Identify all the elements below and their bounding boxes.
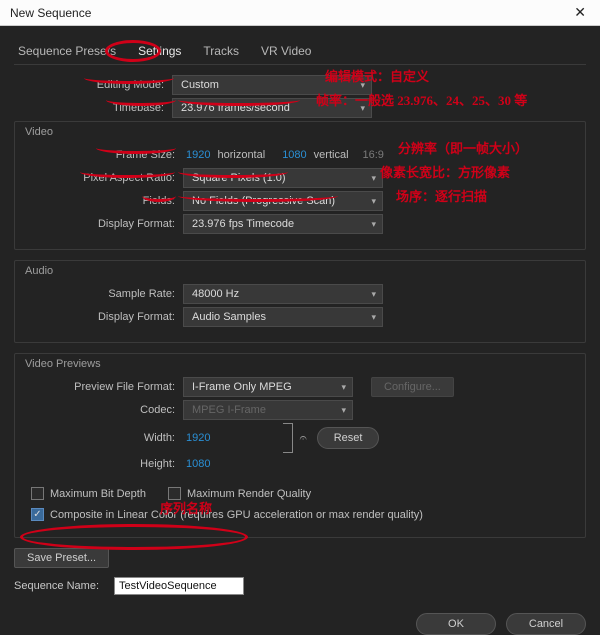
video-display-format-dropdown[interactable]: 23.976 fps Timecode ▾ (183, 214, 383, 234)
title-bar: New Sequence ✕ (0, 0, 600, 26)
timebase-label: Timebase: (14, 102, 172, 114)
par-label: Pixel Aspect Ratio: (25, 172, 183, 184)
par-value: Square Pixels (1.0) (192, 172, 286, 184)
tab-settings[interactable]: Settings (136, 40, 183, 64)
max-bit-depth-checkbox[interactable]: Maximum Bit Depth (31, 487, 146, 500)
sample-rate-value: 48000 Hz (192, 288, 239, 300)
video-group-title: Video (25, 126, 575, 138)
tabs: Sequence Presets Settings Tracks VR Vide… (14, 36, 586, 65)
max-bit-depth-label: Maximum Bit Depth (50, 488, 146, 500)
chevron-down-icon: ▾ (341, 382, 346, 393)
window-title: New Sequence (10, 6, 91, 20)
chevron-down-icon: ▾ (371, 312, 376, 323)
horizontal-label: horizontal (213, 149, 269, 161)
sample-rate-dropdown[interactable]: 48000 Hz ▾ (183, 284, 383, 304)
codec-value: MPEG I-Frame (192, 404, 266, 416)
previews-group-title: Video Previews (25, 358, 575, 370)
chevron-down-icon: ▾ (371, 219, 376, 230)
preview-width-label: Width: (25, 432, 183, 444)
checkbox-icon (31, 487, 44, 500)
audio-display-format-label: Display Format: (25, 311, 183, 323)
chevron-down-icon: ▾ (360, 80, 365, 91)
link-icon[interactable]: 𝄐 (299, 430, 306, 446)
max-render-quality-checkbox[interactable]: Maximum Render Quality (168, 487, 311, 500)
sequence-name-label: Sequence Name: (14, 580, 114, 592)
sequence-name-input[interactable] (114, 577, 244, 595)
chevron-down-icon: ▾ (371, 289, 376, 300)
fields-value: No Fields (Progressive Scan) (192, 195, 335, 207)
preview-format-dropdown[interactable]: I-Frame Only MPEG ▾ (183, 377, 353, 397)
fields-dropdown[interactable]: No Fields (Progressive Scan) ▾ (183, 191, 383, 211)
composite-linear-checkbox[interactable]: ✓ Composite in Linear Color (requires GP… (31, 508, 575, 521)
link-bracket (283, 423, 293, 453)
chevron-down-icon: ▾ (360, 103, 365, 114)
previews-group: Video Previews Preview File Format: I-Fr… (14, 353, 586, 538)
vertical-label: vertical (310, 149, 353, 161)
tab-vr-video[interactable]: VR Video (259, 40, 313, 64)
cancel-button[interactable]: Cancel (506, 613, 586, 635)
frame-height-input[interactable]: 1080 (279, 149, 309, 161)
video-display-format-label: Display Format: (25, 218, 183, 230)
audio-group-title: Audio (25, 265, 575, 277)
preview-format-value: I-Frame Only MPEG (192, 381, 292, 393)
ok-button[interactable]: OK (416, 613, 496, 635)
audio-display-format-dropdown[interactable]: Audio Samples ▾ (183, 307, 383, 327)
configure-button: Configure... (371, 377, 454, 397)
checkbox-icon (168, 487, 181, 500)
preview-height-label: Height: (25, 458, 183, 470)
frame-size-label: Frame Size: (25, 149, 183, 161)
chevron-down-icon: ▾ (341, 405, 346, 416)
tab-tracks[interactable]: Tracks (201, 40, 241, 64)
max-render-quality-label: Maximum Render Quality (187, 488, 311, 500)
save-preset-button[interactable]: Save Preset... (14, 548, 109, 568)
video-group: Video Frame Size: 1920 horizontal 1080 v… (14, 121, 586, 250)
preview-format-label: Preview File Format: (25, 381, 183, 393)
composite-linear-label: Composite in Linear Color (requires GPU … (50, 509, 423, 521)
chevron-down-icon: ▾ (371, 173, 376, 184)
editing-mode-dropdown[interactable]: Custom ▾ (172, 75, 372, 95)
audio-display-format-value: Audio Samples (192, 311, 266, 323)
frame-width-input[interactable]: 1920 (183, 149, 213, 161)
par-dropdown[interactable]: Square Pixels (1.0) ▾ (183, 168, 383, 188)
preview-height-input[interactable]: 1080 (183, 458, 213, 470)
aspect-ratio: 16:9 (359, 149, 388, 161)
chevron-down-icon: ▾ (371, 196, 376, 207)
checkbox-checked-icon: ✓ (31, 508, 44, 521)
timebase-value: 23.976 frames/second (181, 102, 290, 114)
editing-mode-label: Editing Mode: (14, 79, 172, 91)
reset-button[interactable]: Reset (317, 427, 380, 449)
sample-rate-label: Sample Rate: (25, 288, 183, 300)
tab-sequence-presets[interactable]: Sequence Presets (16, 40, 118, 64)
preview-width-input[interactable]: 1920 (183, 432, 213, 444)
codec-label: Codec: (25, 404, 183, 416)
close-icon[interactable]: ✕ (568, 2, 592, 23)
fields-label: Fields: (25, 195, 183, 207)
editing-mode-value: Custom (181, 79, 219, 91)
video-display-format-value: 23.976 fps Timecode (192, 218, 294, 230)
audio-group: Audio Sample Rate: 48000 Hz ▾ Display Fo… (14, 260, 586, 343)
codec-dropdown: MPEG I-Frame ▾ (183, 400, 353, 420)
timebase-dropdown[interactable]: 23.976 frames/second ▾ (172, 98, 372, 118)
